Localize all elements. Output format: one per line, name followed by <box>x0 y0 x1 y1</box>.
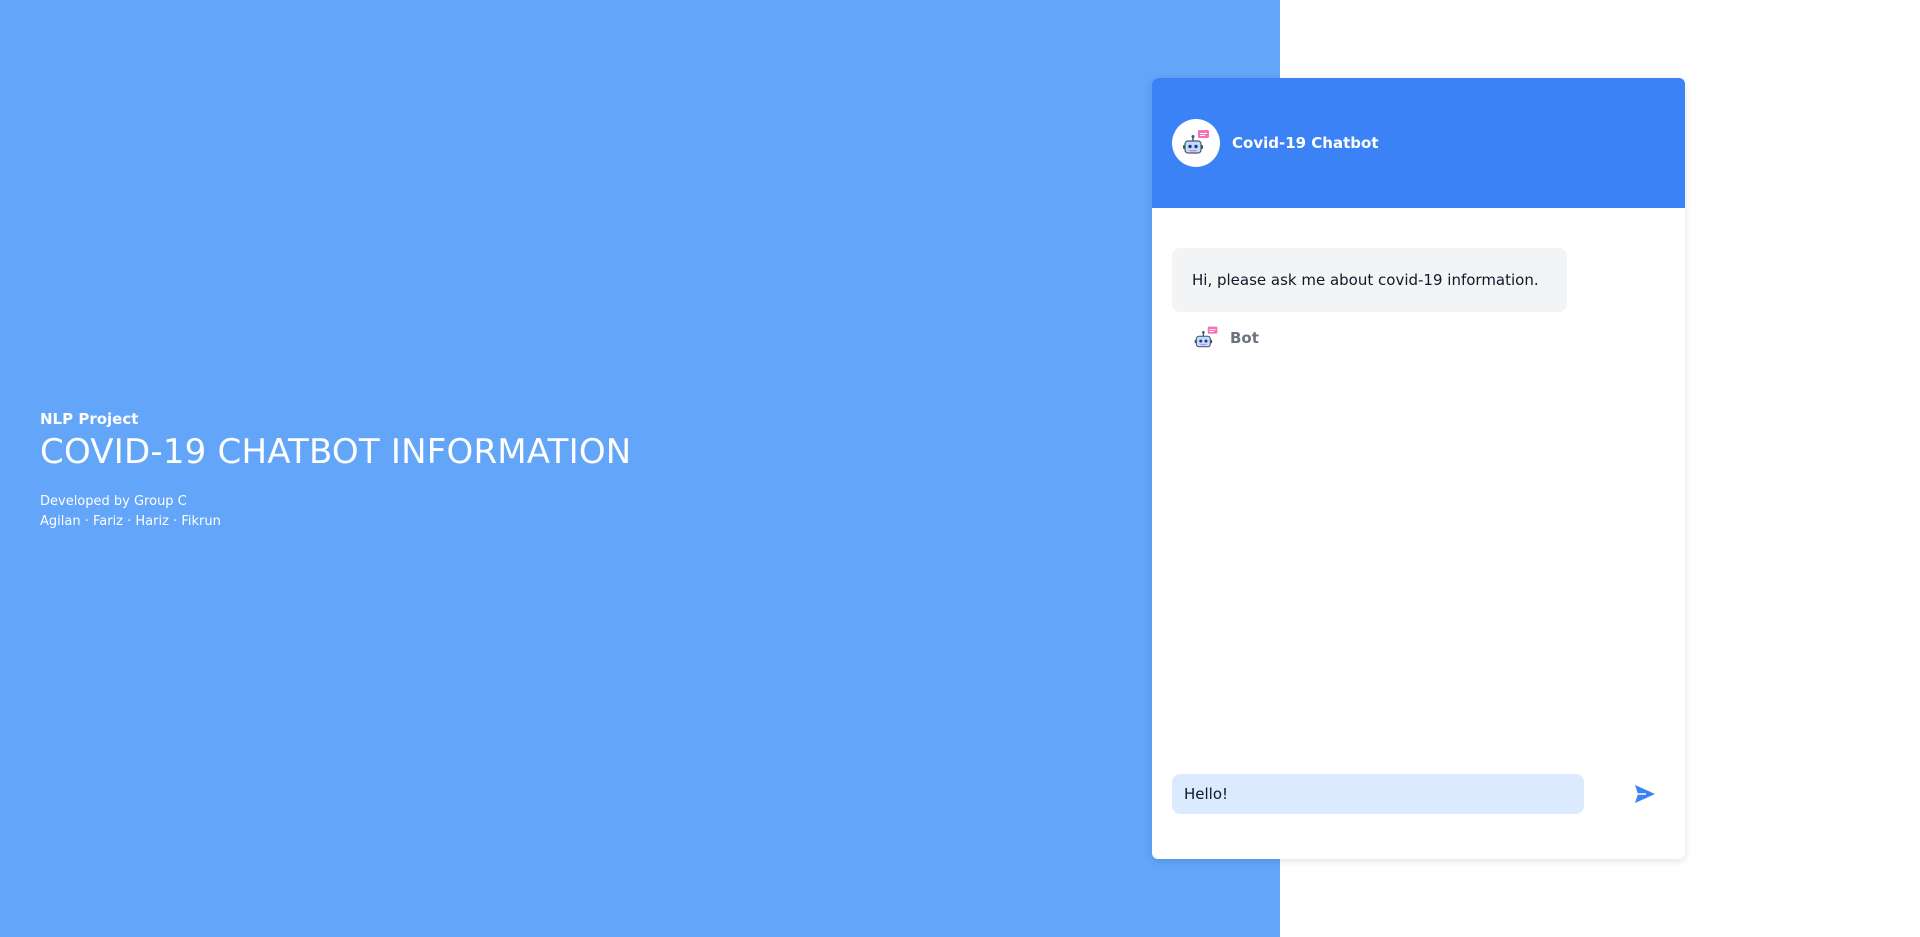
send-button[interactable] <box>1627 776 1663 812</box>
robot-icon <box>1194 326 1218 348</box>
message-composer <box>1172 774 1665 814</box>
message-list: Hi, please ask me about covid-19 informa… <box>1152 208 1685 352</box>
sender-name: Bot <box>1230 329 1259 347</box>
chatbot-avatar <box>1172 119 1220 167</box>
team-members-text: Agilan · Fariz · Hariz · Fikrun <box>40 514 221 529</box>
hero: NLP Project COVID-19 CHATBOT INFORMATION… <box>40 410 631 532</box>
developed-by-text: Developed by Group C <box>40 494 187 509</box>
chat-title: Covid-19 Chatbot <box>1232 134 1379 152</box>
project-label: NLP Project <box>40 410 139 428</box>
send-icon <box>1635 785 1655 803</box>
chat-header: Covid-19 Chatbot <box>1152 78 1685 208</box>
message-sender: Bot <box>1172 324 1665 352</box>
bot-message-bubble: Hi, please ask me about covid-19 informa… <box>1172 248 1567 312</box>
robot-icon <box>1183 130 1209 154</box>
page-title: COVID-19 CHATBOT INFORMATION <box>40 432 632 472</box>
chat-window: Covid-19 Chatbot Hi, please ask me about… <box>1152 78 1685 859</box>
left-panel: NLP Project COVID-19 CHATBOT INFORMATION… <box>0 0 1280 937</box>
message-input[interactable] <box>1172 774 1584 814</box>
